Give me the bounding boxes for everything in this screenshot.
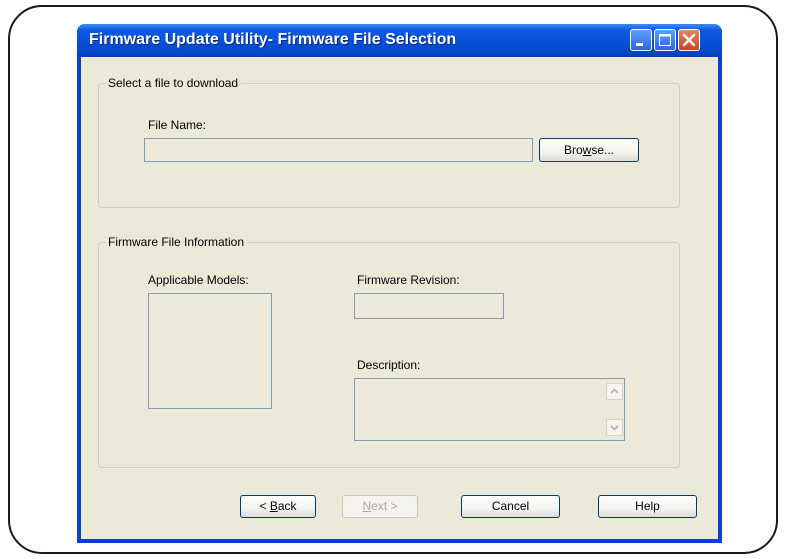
file-name-label: File Name: [148, 118, 207, 132]
back-label-prefix: < [259, 499, 270, 513]
help-button[interactable]: Help [598, 495, 697, 518]
dialog-window: Firmware Update Utility- Firmware File S… [77, 24, 722, 543]
firmware-revision-label: Firmware Revision: [357, 273, 460, 287]
next-label-accel: N [362, 499, 372, 513]
next-label-end: ext > [371, 499, 398, 513]
chevron-up-icon [610, 388, 619, 394]
maximize-button[interactable] [654, 29, 676, 51]
applicable-models-label: Applicable Models: [148, 273, 249, 287]
firmware-revision-field [354, 293, 504, 319]
close-button[interactable] [678, 29, 700, 51]
browse-label-start: Bro [563, 143, 583, 157]
back-label-end: ack [277, 499, 297, 513]
description-label: Description: [357, 358, 421, 372]
file-selection-legend: Select a file to download [106, 76, 242, 90]
chevron-down-icon [610, 425, 619, 431]
title-bar[interactable]: Firmware Update Utility- Firmware File S… [77, 24, 722, 57]
file-name-field[interactable] [144, 138, 533, 162]
browse-button[interactable]: Browse... [539, 138, 639, 162]
window-title: Firmware Update Utility- Firmware File S… [89, 31, 457, 48]
minimize-icon [636, 43, 643, 46]
dialog-client-area: Select a file to download File Name: Bro… [81, 57, 718, 539]
browse-label-end: se... [591, 143, 615, 157]
close-icon [682, 33, 696, 47]
back-button[interactable]: < Back [240, 495, 316, 518]
next-button[interactable]: Next > [342, 495, 418, 518]
cancel-button[interactable]: Cancel [461, 495, 560, 518]
scroll-up-button[interactable] [606, 383, 623, 400]
minimize-button[interactable] [630, 29, 652, 51]
back-label-accel: B [269, 499, 278, 513]
firmware-info-legend: Firmware File Information [106, 235, 248, 249]
applicable-models-list[interactable] [148, 293, 272, 409]
scroll-down-button[interactable] [606, 419, 623, 436]
maximize-icon [659, 34, 671, 46]
description-box[interactable] [354, 378, 625, 441]
